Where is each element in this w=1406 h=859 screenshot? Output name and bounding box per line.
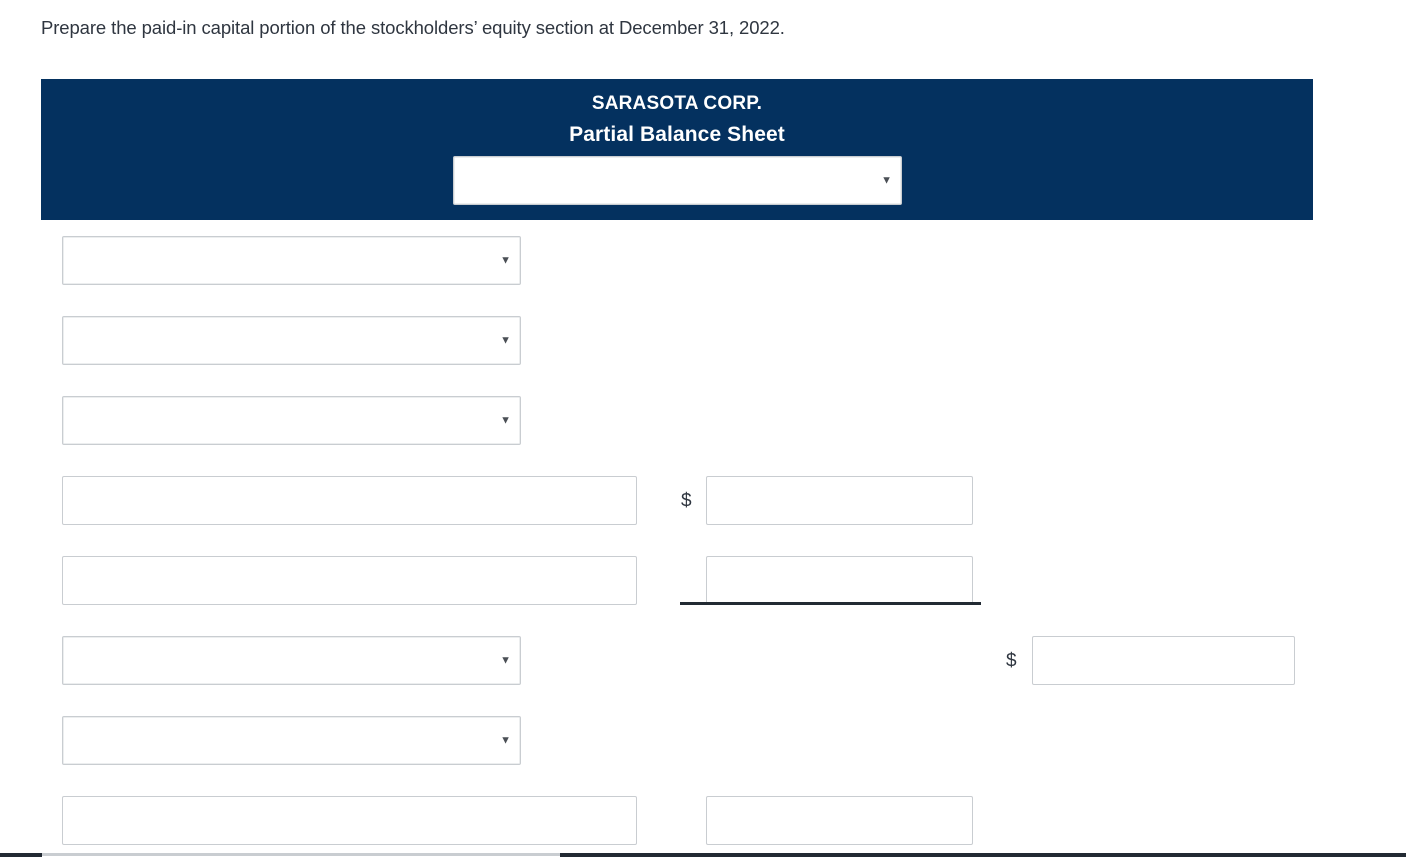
bottom-rule-faint: [42, 853, 560, 856]
bottom-rule-left: [0, 853, 42, 857]
statement-title: Partial Balance Sheet: [569, 123, 785, 146]
account-select-7[interactable]: ▼: [62, 716, 521, 765]
form-row: ▼: [0, 716, 1406, 765]
currency-symbol: $: [681, 490, 692, 511]
account-label-input-8[interactable]: [62, 796, 637, 845]
statement-header: SARASOTA CORP. Partial Balance Sheet ▼: [41, 79, 1313, 220]
bottom-rule-right: [560, 853, 1406, 857]
chevron-down-icon: ▼: [500, 414, 511, 426]
account-label-input-4[interactable]: [62, 476, 637, 525]
subtotal-rule: [680, 602, 981, 605]
amount-input-4[interactable]: [706, 476, 973, 525]
statement-date-select-wrapper: ▼: [453, 156, 902, 205]
account-label-input-5[interactable]: [62, 556, 637, 605]
chevron-down-icon: ▼: [500, 254, 511, 266]
account-select-1[interactable]: ▼: [62, 236, 521, 285]
total-input-6[interactable]: [1032, 636, 1295, 685]
question-instruction: Prepare the paid-in capital portion of t…: [41, 17, 785, 38]
currency-symbol: $: [1006, 650, 1017, 671]
statement-date-select[interactable]: ▼: [453, 156, 902, 205]
amount-input-5[interactable]: [706, 556, 973, 605]
form-row: ▼ $: [0, 636, 1406, 685]
form-row: ▼: [0, 316, 1406, 365]
form-row: ▼: [0, 236, 1406, 285]
form-row: $: [0, 476, 1406, 525]
amount-input-8[interactable]: [706, 796, 973, 845]
chevron-down-icon: ▼: [500, 654, 511, 666]
chevron-down-icon: ▼: [500, 334, 511, 346]
form-row: [0, 556, 1406, 605]
account-select-3[interactable]: ▼: [62, 396, 521, 445]
account-select-6[interactable]: ▼: [62, 636, 521, 685]
form-row: ▼: [0, 396, 1406, 445]
chevron-down-icon: ▼: [500, 734, 511, 746]
chevron-down-icon: ▼: [881, 174, 892, 186]
form-row: [0, 796, 1406, 845]
account-select-2[interactable]: ▼: [62, 316, 521, 365]
company-name: SARASOTA CORP.: [591, 93, 763, 114]
